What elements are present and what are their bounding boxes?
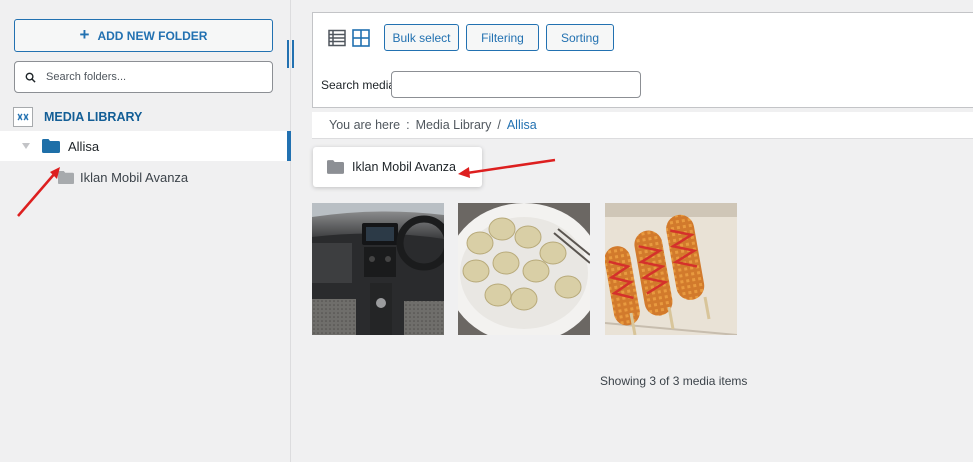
subfolder-card-iklan-mobil-avanza[interactable]: Iklan Mobil Avanza [313,147,482,187]
sorting-button[interactable]: Sorting [546,24,614,51]
folder-label-allisa: Allisa [68,138,100,154]
media-library-label: MEDIA LIBRARY [44,110,143,124]
bulk-select-button[interactable]: Bulk select [384,24,459,51]
list-view-icon[interactable] [328,29,346,47]
media-main-panel: Bulk select Filtering Sorting Search med… [292,0,973,462]
breadcrumb-separator: : [406,118,410,132]
folder-label-iklan-mobil-avanza: Iklan Mobil Avanza [80,169,189,185]
folder-icon [42,139,60,153]
filtering-button[interactable]: Filtering [466,24,539,51]
media-count-text: Showing 3 of 3 media items [600,374,748,388]
plus-icon: + [79,25,90,44]
breadcrumb-current: Allisa [506,118,537,132]
add-new-folder-button[interactable]: + ADD NEW FOLDER [14,19,273,52]
breadcrumb-separator: / [497,118,501,132]
folder-tree-item-allisa[interactable]: Allisa [0,131,291,161]
subfolder-card-label: Iklan Mobil Avanza [352,160,456,174]
search-folders-box[interactable] [14,61,273,93]
folder-sidebar: + ADD NEW FOLDER MEDIA LIBRARY Allisa Ik… [0,0,291,462]
car-interior-image[interactable] [312,203,444,335]
media-library-icon [13,107,33,127]
folder-icon [58,170,74,184]
corn-dogs-image[interactable] [605,203,737,335]
breadcrumb-media-library-link[interactable]: Media Library [416,118,492,132]
add-new-folder-label: ADD NEW FOLDER [97,28,208,43]
search-media-input[interactable] [391,71,641,98]
dumplings-image[interactable] [458,203,590,335]
breadcrumb: You are here : Media Library / Allisa [312,112,973,139]
folder-tree-item-iklan-mobil-avanza[interactable]: Iklan Mobil Avanza [0,163,291,191]
media-toolbar: Bulk select Filtering Sorting Search med… [312,12,973,108]
search-icon [25,72,36,83]
media-library-root[interactable]: MEDIA LIBRARY [13,106,142,128]
search-folders-input[interactable] [46,71,256,83]
search-media-label: Search media [321,78,396,92]
active-folder-indicator [287,131,291,161]
folder-icon [327,160,344,174]
grid-view-icon[interactable] [352,29,370,47]
breadcrumb-prefix: You are here [329,118,401,132]
collapse-caret-icon[interactable] [22,143,30,149]
